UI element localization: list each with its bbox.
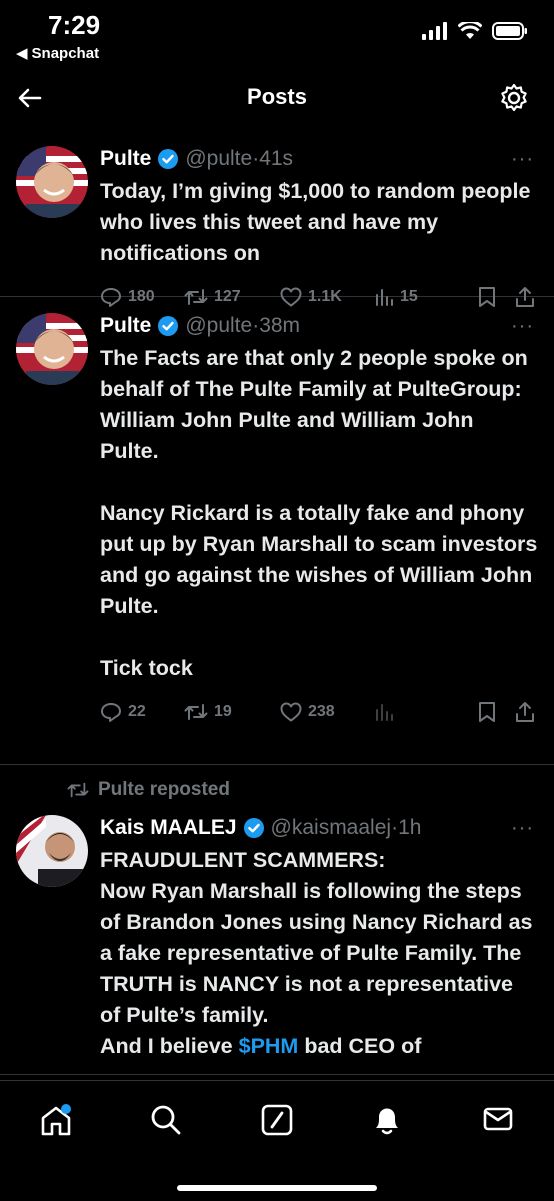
repost-button[interactable]: 19	[184, 701, 280, 723]
grok-tab[interactable]	[260, 1103, 294, 1142]
status-time: 7:29	[48, 10, 101, 40]
like-button[interactable]: 238	[280, 702, 374, 722]
status-icons	[422, 22, 528, 40]
wifi-icon	[458, 22, 482, 39]
avatar[interactable]	[16, 313, 88, 385]
more-options-icon[interactable]: ···	[511, 315, 534, 338]
post-header: Pulte @pulte · 41s	[100, 144, 538, 174]
search-icon	[151, 1105, 181, 1135]
messages-tab[interactable]	[482, 1103, 514, 1140]
repost-icon	[184, 704, 208, 720]
post-text: The Facts are that only 2 people spoke o…	[100, 346, 538, 680]
reply-icon	[101, 703, 121, 722]
bottom-tab-bar	[0, 1080, 554, 1201]
post-item[interactable]: ··· Pulte @pulte · 38m The Facts are tha…	[0, 297, 554, 765]
separator-dot: ·	[391, 816, 399, 839]
grok-icon	[261, 1104, 293, 1136]
top-header: Posts	[0, 70, 554, 130]
avatar[interactable]	[16, 146, 88, 218]
verified-badge-icon	[157, 315, 179, 337]
repost-label-text: Pulte reposted	[98, 779, 230, 800]
battery-icon	[492, 22, 527, 40]
author-handle[interactable]: @kaismaalej	[271, 813, 392, 843]
page-title: Posts	[247, 84, 307, 109]
post-item[interactable]: Pulte reposted ··· Kais MAALEJ @kaismaal…	[0, 765, 554, 1075]
bookmark-icon	[479, 702, 495, 722]
cashtag-link[interactable]: $PHM	[239, 1034, 299, 1058]
separator-dot: ·	[252, 147, 260, 170]
post-text-tail: bad CEO of	[298, 1034, 422, 1058]
home-indicator	[177, 1185, 377, 1191]
post-actions: 22 19 238	[100, 698, 538, 726]
post-header: Kais MAALEJ @kaismaalej · 1h	[100, 813, 538, 843]
more-options-icon[interactable]: ···	[511, 817, 534, 840]
like-count: 238	[308, 703, 335, 720]
share-button[interactable]	[514, 701, 536, 723]
post-text: Today, I’m giving $1,000 to random peopl…	[100, 179, 537, 265]
post-text: FRAUDULENT SCAMMERS: Now Ryan Marshall i…	[100, 845, 538, 1062]
signal-icon	[422, 22, 447, 40]
home-tab[interactable]	[38, 1103, 74, 1144]
notifications-icon	[376, 1108, 398, 1135]
post-text-main: FRAUDULENT SCAMMERS: Now Ryan Marshall i…	[100, 848, 533, 1058]
author-handle[interactable]: @pulte	[185, 311, 252, 341]
heart-icon	[280, 702, 302, 722]
settings-gear-icon[interactable]	[498, 82, 530, 119]
views-button[interactable]	[374, 702, 478, 722]
author-handle[interactable]: @pulte	[185, 144, 252, 174]
back-to-app-link[interactable]: ◀ Snapchat	[16, 44, 100, 63]
messages-icon	[483, 1107, 513, 1131]
posts-feed[interactable]: ··· Pulte @pulte · 41s Today, I’m giving…	[0, 130, 554, 1080]
repost-icon	[67, 782, 89, 798]
status-bar: 7:29 ◀ Snapchat	[0, 0, 554, 70]
bookmark-button[interactable]	[478, 701, 514, 723]
post-timestamp[interactable]: 41s	[259, 144, 293, 174]
back-app-label: Snapchat	[31, 44, 100, 62]
reply-count: 22	[128, 703, 146, 720]
views-chart-icon	[376, 704, 393, 721]
author-name[interactable]: Pulte	[100, 144, 151, 174]
search-tab[interactable]	[149, 1103, 183, 1142]
verified-badge-icon	[157, 148, 179, 170]
author-name[interactable]: Pulte	[100, 311, 151, 341]
back-triangle-icon: ◀	[16, 45, 28, 62]
share-icon	[516, 702, 534, 722]
author-name[interactable]: Kais MAALEJ	[100, 813, 237, 843]
post-item[interactable]: ··· Pulte @pulte · 41s Today, I’m giving…	[0, 130, 554, 307]
verified-badge-icon	[243, 817, 265, 839]
repost-indicator[interactable]: Pulte reposted	[66, 779, 230, 801]
post-header: Pulte @pulte · 38m	[100, 311, 538, 341]
notifications-tab[interactable]	[370, 1103, 404, 1142]
avatar[interactable]	[16, 815, 88, 887]
home-icon	[41, 1104, 71, 1136]
repost-count: 19	[214, 703, 232, 720]
more-options-icon[interactable]: ···	[511, 148, 534, 171]
separator-dot: ·	[252, 314, 260, 337]
post-timestamp[interactable]: 1h	[398, 813, 421, 843]
reply-button[interactable]: 22	[100, 701, 184, 723]
post-timestamp[interactable]: 38m	[259, 311, 300, 341]
